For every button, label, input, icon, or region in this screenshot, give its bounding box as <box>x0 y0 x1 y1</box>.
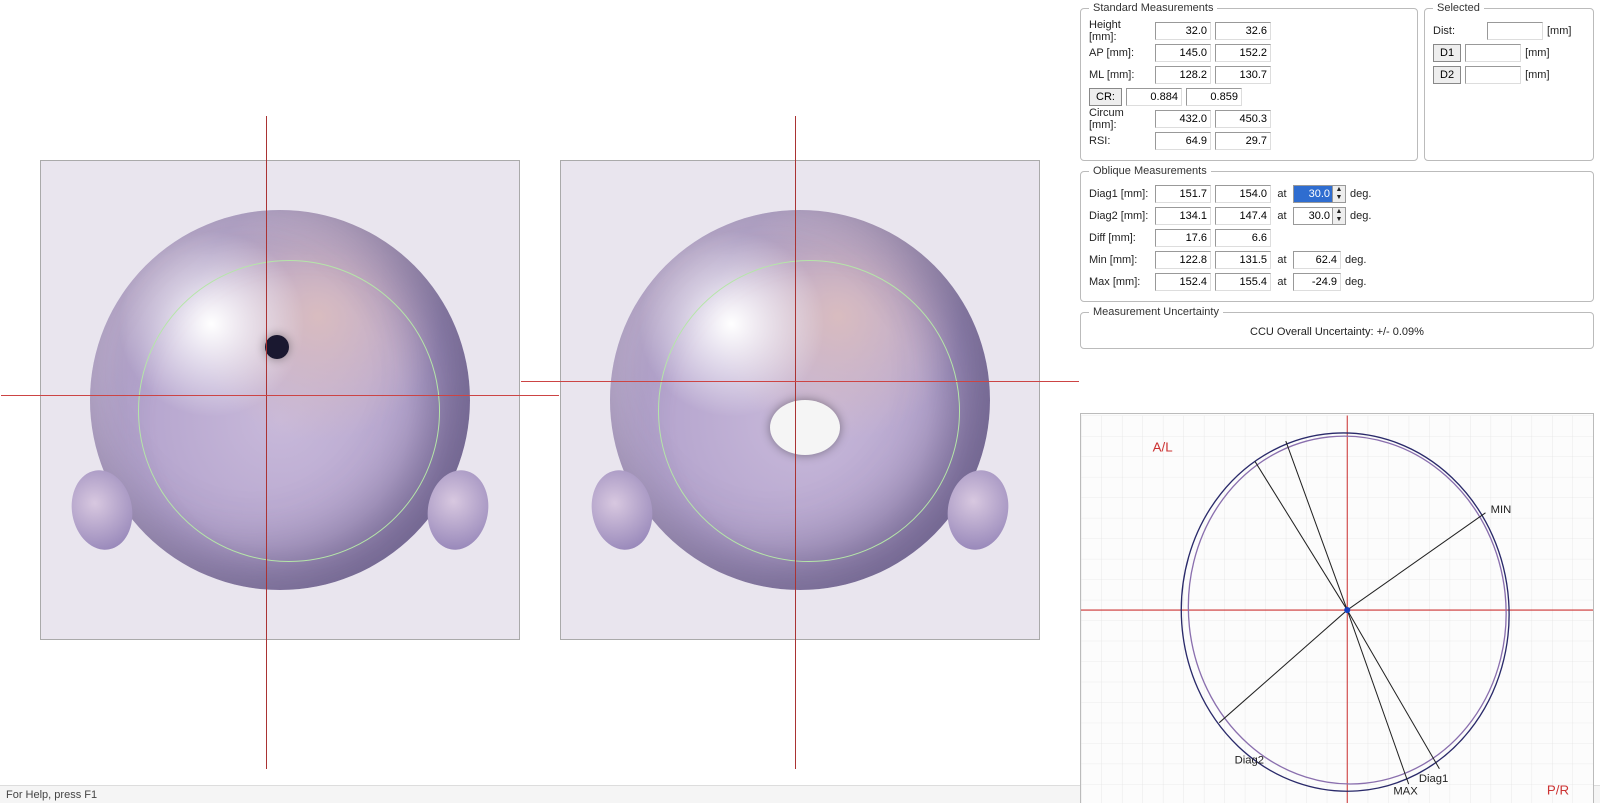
diag2-a[interactable] <box>1155 207 1211 225</box>
group-title: Standard Measurements <box>1089 2 1217 14</box>
max-a[interactable] <box>1155 273 1211 291</box>
diag1-angle[interactable] <box>1293 185 1333 203</box>
unit-mm: [mm] <box>1525 69 1555 81</box>
label-at: at <box>1275 276 1289 288</box>
spin-down-icon[interactable]: ▼ <box>1333 216 1345 224</box>
rsi-b[interactable] <box>1215 132 1271 150</box>
spin-up-icon[interactable]: ▲ <box>1333 208 1345 216</box>
plot-label-diag1: Diag1 <box>1419 773 1448 785</box>
contour-plot[interactable]: A/L P/R MIN MAX Diag1 Diag2 <box>1080 413 1594 803</box>
group-title: Selected <box>1433 2 1484 14</box>
label-at: at <box>1275 210 1289 222</box>
uncertainty-group: Measurement Uncertainty CCU Overall Unce… <box>1080 306 1594 349</box>
standard-measurements-group: Standard Measurements Height [mm]: AP [m… <box>1080 2 1418 161</box>
diag1-b[interactable] <box>1215 185 1271 203</box>
unit-deg: deg. <box>1350 188 1380 200</box>
side-panel: Standard Measurements Height [mm]: AP [m… <box>1080 0 1600 785</box>
crosshair-vertical[interactable] <box>795 116 796 769</box>
min-b[interactable] <box>1215 251 1271 269</box>
label-diag1: Diag1 [mm]: <box>1089 188 1151 200</box>
unit-mm: [mm] <box>1525 47 1555 59</box>
plot-label-diag2: Diag2 <box>1235 755 1264 767</box>
label-max: Max [mm]: <box>1089 276 1151 288</box>
uncertainty-text: CCU Overall Uncertainty: +/- 0.09% <box>1089 324 1585 340</box>
plot-label-al: A/L <box>1153 439 1173 454</box>
circum-b[interactable] <box>1215 110 1271 128</box>
min-angle[interactable] <box>1293 251 1341 269</box>
diff-b[interactable] <box>1215 229 1271 247</box>
unit-deg: deg. <box>1350 210 1380 222</box>
unit-mm: [mm] <box>1547 25 1577 37</box>
ml-b[interactable] <box>1215 66 1271 84</box>
d2-value[interactable] <box>1465 66 1521 84</box>
cr-a[interactable] <box>1126 88 1182 106</box>
ap-a[interactable] <box>1155 44 1211 62</box>
plot-label-min: MIN <box>1491 504 1512 516</box>
d1-value[interactable] <box>1465 44 1521 62</box>
view-left[interactable] <box>40 160 520 640</box>
unit-deg: deg. <box>1345 254 1375 266</box>
cr-b[interactable] <box>1186 88 1242 106</box>
diag1-a[interactable] <box>1155 185 1211 203</box>
label-dist: Dist: <box>1433 25 1483 37</box>
unit-deg: deg. <box>1345 276 1375 288</box>
render-left <box>41 161 519 639</box>
d1-button[interactable]: D1 <box>1433 44 1461 62</box>
crosshair-horizontal[interactable] <box>1 395 559 396</box>
min-a[interactable] <box>1155 251 1211 269</box>
render-right <box>561 161 1039 639</box>
crosshair-vertical[interactable] <box>266 116 267 769</box>
viewport-area[interactable] <box>0 0 1080 785</box>
label-ap: AP [mm]: <box>1089 47 1151 59</box>
crosshair-horizontal[interactable] <box>521 381 1079 382</box>
plot-label-pr: P/R <box>1547 782 1569 797</box>
rsi-a[interactable] <box>1155 132 1211 150</box>
spin-down-icon[interactable]: ▼ <box>1333 194 1345 202</box>
max-b[interactable] <box>1215 273 1271 291</box>
label-diff: Diff [mm]: <box>1089 232 1151 244</box>
label-circum: Circum [mm]: <box>1089 107 1151 131</box>
view-right[interactable] <box>560 160 1040 640</box>
label-at: at <box>1275 188 1289 200</box>
label-at: at <box>1275 254 1289 266</box>
height-b[interactable] <box>1215 22 1271 40</box>
dist-value[interactable] <box>1487 22 1543 40</box>
cr-button[interactable]: CR: <box>1089 88 1122 106</box>
label-ml: ML [mm]: <box>1089 69 1151 81</box>
group-title: Measurement Uncertainty <box>1089 306 1223 318</box>
oblique-measurements-group: Oblique Measurements Diag1 [mm]: at ▲▼ d… <box>1080 165 1594 302</box>
diag2-b[interactable] <box>1215 207 1271 225</box>
spin-up-icon[interactable]: ▲ <box>1333 186 1345 194</box>
group-title: Oblique Measurements <box>1089 165 1211 177</box>
label-rsi: RSI: <box>1089 135 1151 147</box>
max-angle[interactable] <box>1293 273 1341 291</box>
ap-b[interactable] <box>1215 44 1271 62</box>
height-a[interactable] <box>1155 22 1211 40</box>
label-min: Min [mm]: <box>1089 254 1151 266</box>
d2-button[interactable]: D2 <box>1433 66 1461 84</box>
diff-a[interactable] <box>1155 229 1211 247</box>
selected-group: Selected Dist: [mm] D1 [mm] D2 [mm] <box>1424 2 1594 161</box>
ml-a[interactable] <box>1155 66 1211 84</box>
label-height: Height [mm]: <box>1089 19 1151 43</box>
circum-a[interactable] <box>1155 110 1211 128</box>
diag2-angle[interactable] <box>1293 207 1333 225</box>
plot-label-max: MAX <box>1393 785 1418 797</box>
label-diag2: Diag2 [mm]: <box>1089 210 1151 222</box>
status-text: For Help, press F1 <box>6 789 97 801</box>
diag1-angle-spinner[interactable]: ▲▼ <box>1293 185 1346 203</box>
diag2-angle-spinner[interactable]: ▲▼ <box>1293 207 1346 225</box>
